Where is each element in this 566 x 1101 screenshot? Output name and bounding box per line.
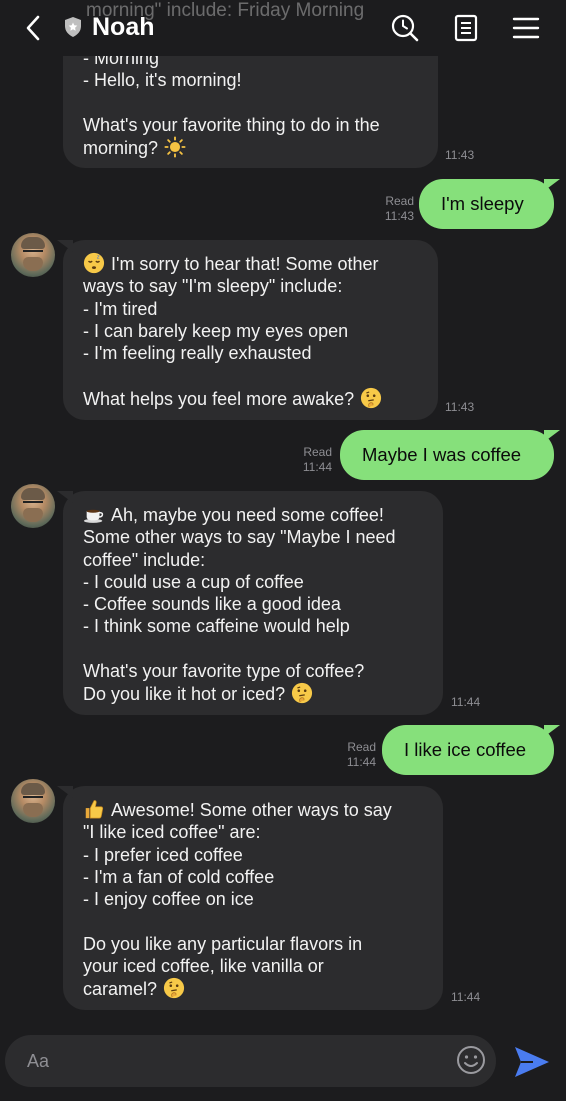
avatar[interactable]	[11, 484, 55, 528]
menu-button[interactable]	[510, 12, 542, 44]
avatar[interactable]	[11, 779, 55, 823]
chat-title: Noah	[92, 12, 155, 41]
message-line: Do you like it hot or iced?	[83, 682, 423, 705]
message-line: What helps you feel more awake?	[83, 387, 418, 410]
message-line: - I think some caffeine would help	[83, 616, 350, 637]
sun-emoji-icon	[164, 136, 186, 158]
outgoing-message[interactable]: I'm sleepy	[419, 179, 560, 229]
message-line: What's your favorite type of coffee?	[83, 661, 365, 682]
thinking-face-emoji-icon	[292, 683, 313, 704]
message-input[interactable]	[5, 1035, 496, 1087]
message-time: 11:44	[451, 990, 481, 1004]
shield-icon	[62, 16, 84, 38]
message-line: Ah, maybe you need some coffee!	[83, 503, 423, 526]
message-line: - I could use a cup of coffee	[83, 571, 304, 592]
read-receipt: Read 11:43	[366, 194, 414, 224]
message-line: - I'm feeling really exhausted	[83, 343, 312, 364]
message-line: Awesome! Some other ways to say	[83, 798, 423, 821]
read-receipt: Read 11:44	[284, 445, 332, 475]
read-label: Read	[385, 194, 414, 208]
chat-title-group[interactable]: Noah	[62, 10, 155, 44]
read-label: Read	[303, 445, 332, 459]
incoming-message[interactable]: z I'm sorry to hear that! Some other ways…	[57, 240, 438, 420]
message-line: What's your favorite thing to do in the	[83, 114, 380, 135]
chat-header: morning" include: Friday Morning Noah	[0, 0, 566, 56]
chat-screen: - Morning - Hello, it's morning! What's …	[0, 0, 566, 1101]
emoji-button[interactable]	[456, 1045, 486, 1075]
message-time: 11:44	[346, 755, 376, 769]
message-line	[83, 364, 418, 386]
message-text: I'm sleepy	[441, 192, 524, 214]
message-line: caramel?	[83, 977, 423, 1000]
message-line: Some other ways to say "Maybe I need	[83, 527, 396, 548]
message-line: your iced coffee, like vanilla or	[83, 956, 324, 977]
incoming-message[interactable]: Ah, maybe you need some coffee! Some oth…	[57, 491, 443, 715]
avatar[interactable]	[11, 233, 55, 277]
sleepy-face-emoji-icon: z	[83, 252, 105, 274]
message-time: 11:44	[302, 460, 332, 474]
message-line: - I'm a fan of cold coffee	[83, 866, 275, 887]
message-text: Maybe I was coffee	[362, 443, 522, 465]
message-time: 11:43	[445, 400, 475, 414]
search-history-button[interactable]	[389, 12, 421, 44]
message-text: I like ice coffee	[404, 738, 527, 760]
message-line: Do you like any particular flavors in	[83, 933, 363, 954]
message-line	[83, 910, 423, 932]
message-line: - Hello, it's morning!	[83, 70, 242, 91]
read-label: Read	[347, 740, 376, 754]
message-list[interactable]: - Morning - Hello, it's morning! What's …	[0, 0, 566, 1023]
search-clock-icon	[391, 14, 419, 42]
message-time: 11:43	[445, 148, 475, 162]
message-line: z I'm sorry to hear that! Some other	[83, 252, 418, 275]
back-chevron-icon	[26, 15, 40, 41]
send-icon	[515, 1047, 549, 1077]
coffee-emoji-icon	[83, 509, 104, 523]
message-line: - I can barely keep my eyes open	[83, 320, 349, 341]
menu-icon	[512, 17, 540, 39]
thinking-face-emoji-icon	[163, 978, 185, 999]
message-line	[83, 92, 418, 114]
thumbs-up-emoji-icon	[85, 800, 104, 819]
message-line: - I prefer iced coffee	[83, 844, 243, 865]
outgoing-message[interactable]: I like ice coffee	[382, 725, 560, 775]
send-button[interactable]	[512, 1043, 552, 1081]
message-line: - I'm tired	[83, 298, 158, 319]
message-line: "I like iced coffee" are:	[83, 822, 261, 843]
incoming-message[interactable]: Awesome! Some other ways to say "I like …	[57, 786, 443, 1010]
read-receipt: Read 11:44	[328, 740, 376, 770]
message-line	[83, 638, 423, 660]
notes-icon	[454, 14, 478, 42]
message-line: morning?	[83, 136, 418, 159]
notes-button[interactable]	[450, 12, 482, 44]
message-line: - I enjoy coffee on ice	[83, 889, 254, 910]
back-button[interactable]	[18, 12, 48, 44]
message-line: coffee" include:	[83, 549, 206, 570]
outgoing-message[interactable]: Maybe I was coffee	[340, 430, 560, 480]
message-line: ways to say "I'm sleepy" include:	[83, 276, 343, 297]
message-time: 11:43	[384, 209, 414, 223]
message-line: - Coffee sounds like a good idea	[83, 594, 341, 615]
svg-text:z: z	[97, 254, 100, 260]
thinking-face-emoji-icon	[361, 387, 382, 408]
composer-bar	[0, 1023, 566, 1101]
smiley-icon	[457, 1046, 485, 1074]
message-time: 11:44	[451, 695, 481, 709]
